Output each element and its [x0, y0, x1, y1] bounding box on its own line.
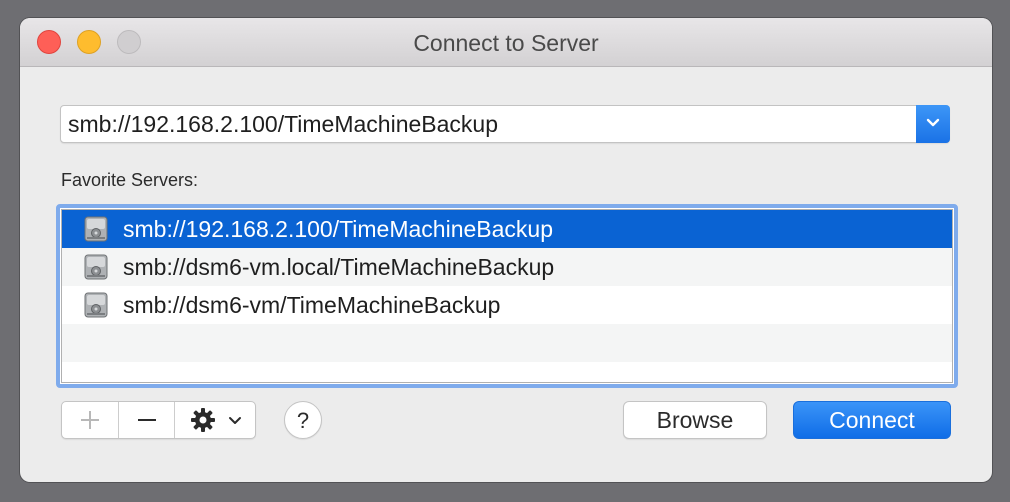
gear-icon: [191, 408, 215, 432]
server-address-combobox: [60, 105, 950, 143]
favorite-server-label: smb://dsm6-vm/TimeMachineBackup: [123, 292, 501, 318]
minus-icon: [138, 419, 156, 421]
favorite-server-row[interactable]: smb://192.168.2.100/TimeMachineBackup: [62, 210, 952, 248]
chevron-down-icon: [926, 118, 940, 127]
favorite-server-label: smb://dsm6-vm.local/TimeMachineBackup: [123, 254, 555, 280]
favorite-servers-list-frame: smb://192.168.2.100/TimeMachineBackup sm…: [56, 204, 958, 388]
network-disk-icon: [84, 292, 108, 318]
server-address-input[interactable]: [61, 106, 913, 142]
browse-button[interactable]: Browse: [623, 401, 767, 439]
close-button[interactable]: [37, 30, 61, 54]
recent-servers-dropdown-button[interactable]: [916, 105, 950, 143]
favorite-server-label: smb://192.168.2.100/TimeMachineBackup: [123, 216, 554, 242]
add-server-button[interactable]: [62, 402, 118, 438]
zoom-button: [117, 30, 141, 54]
favorite-servers-label: Favorite Servers:: [61, 170, 199, 190]
chevron-down-icon: [229, 417, 241, 424]
network-disk-icon: [84, 254, 108, 280]
title-bar[interactable]: Connect to Server: [20, 18, 992, 67]
remove-server-button[interactable]: [118, 402, 174, 438]
connect-to-server-window: Connect to Server Favorite Servers: s: [20, 18, 992, 482]
help-button[interactable]: ?: [284, 401, 322, 439]
action-menu-button[interactable]: [174, 402, 255, 438]
window-title: Connect to Server: [413, 30, 599, 56]
minimize-button[interactable]: [77, 30, 101, 54]
plus-icon: [81, 411, 99, 429]
favorite-servers-list[interactable]: smb://192.168.2.100/TimeMachineBackup sm…: [61, 209, 953, 383]
connect-button[interactable]: Connect: [793, 401, 951, 439]
favorite-server-row[interactable]: smb://dsm6-vm.local/TimeMachineBackup: [62, 248, 952, 286]
network-disk-icon: [84, 216, 108, 242]
empty-list-row: [62, 324, 952, 362]
favorite-server-row[interactable]: smb://dsm6-vm/TimeMachineBackup: [62, 286, 952, 324]
list-edit-segmented-control: [61, 401, 256, 439]
